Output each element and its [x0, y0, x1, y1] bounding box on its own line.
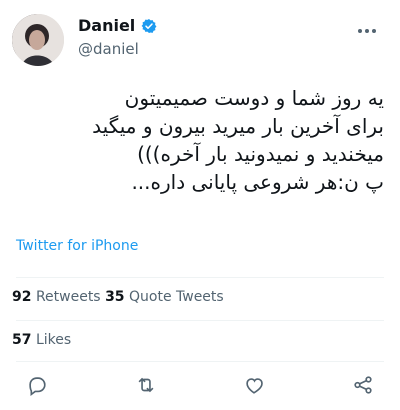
more-options-icon[interactable]	[356, 22, 378, 40]
retweets-stat[interactable]: 92 Retweets	[12, 289, 105, 305]
retweets-label: Retweets	[35, 289, 101, 305]
author-row: Daniel	[78, 16, 157, 35]
retweets-count: 92	[12, 289, 32, 305]
tweet-text: یه روز شما و دوست صمیمیتون برای آخرین با…	[92, 86, 384, 194]
likes-count: 57	[12, 332, 32, 348]
verified-icon	[141, 18, 157, 33]
author-name[interactable]: Daniel	[78, 16, 135, 35]
tweet-stats-row: 92 Retweets 35 Quote Tweets	[12, 289, 224, 305]
divider	[16, 361, 384, 362]
like-icon[interactable]	[243, 374, 265, 396]
tweet-actions	[16, 370, 384, 400]
tweet-source[interactable]: Twitter for iPhone	[16, 238, 138, 254]
avatar-image	[12, 14, 64, 66]
likes-stat[interactable]: 57 Likes	[12, 332, 71, 348]
divider	[16, 320, 384, 321]
quote-count: 35	[105, 289, 125, 305]
quote-label: Quote Tweets	[129, 289, 224, 305]
likes-label: Likes	[35, 332, 72, 348]
reply-icon[interactable]	[26, 374, 48, 396]
retweet-icon[interactable]	[135, 374, 157, 396]
quote-tweets-stat[interactable]: 35 Quote Tweets	[105, 289, 224, 305]
author-handle[interactable]: @daniel	[78, 40, 139, 58]
share-icon[interactable]	[352, 374, 374, 396]
divider	[16, 277, 384, 278]
avatar[interactable]	[12, 14, 64, 66]
